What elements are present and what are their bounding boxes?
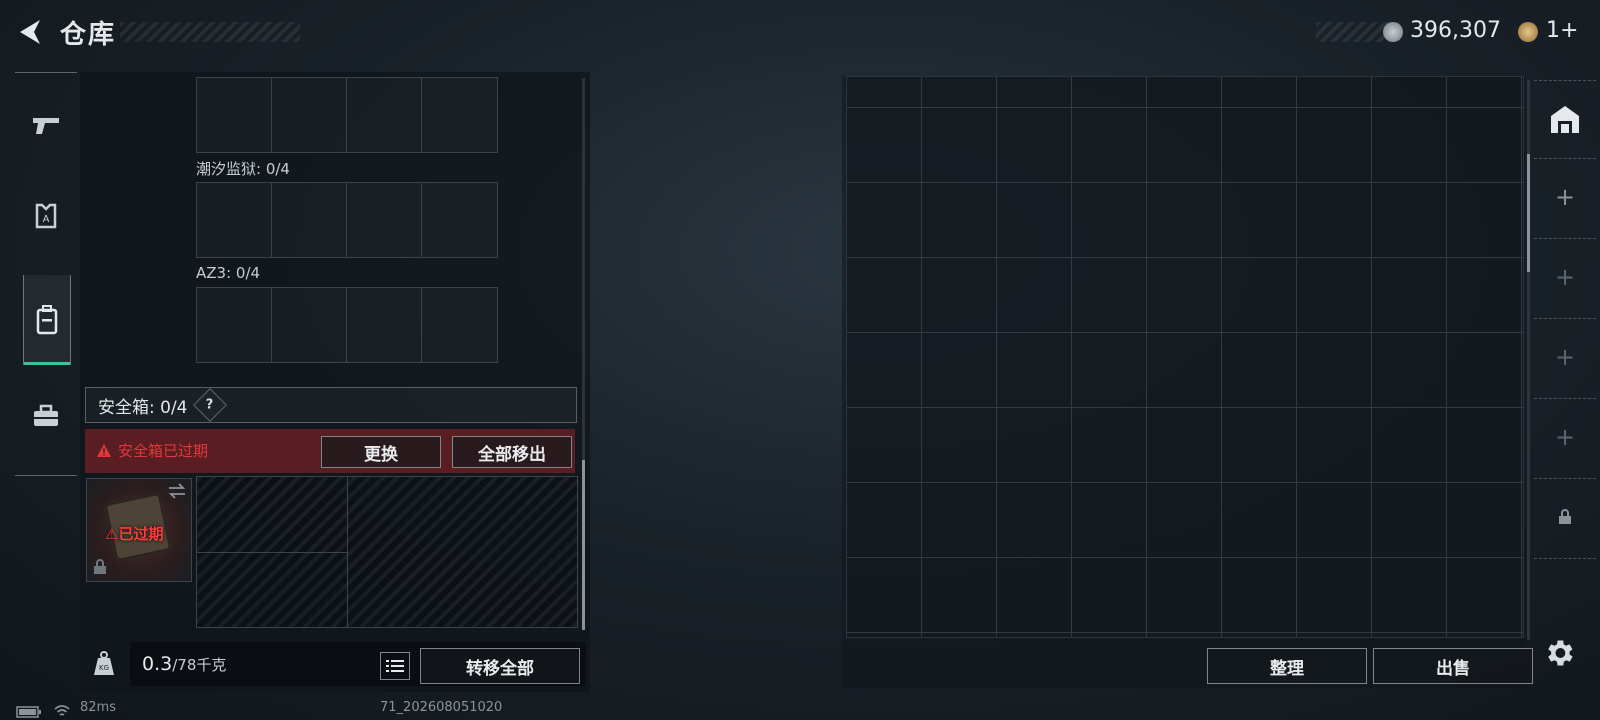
weight-icon: KG [94, 651, 114, 675]
back-arrow-icon[interactable] [14, 16, 46, 48]
sell-button[interactable]: 出售 [1373, 648, 1533, 684]
add-stash-tab-1[interactable]: + [1534, 158, 1596, 236]
locked-stash-tab[interactable] [1534, 478, 1596, 556]
safe-box-item[interactable]: ⚠已过期 [86, 478, 192, 582]
nav-backpack[interactable] [23, 275, 71, 365]
slot-grid-top[interactable] [196, 77, 498, 153]
add-stash-tab-2[interactable]: + [1534, 238, 1596, 316]
backpack-icon [36, 305, 58, 335]
stash-tab-main[interactable] [1534, 80, 1596, 158]
ping-text: 82ms [80, 700, 116, 715]
lock-icon [94, 559, 106, 574]
slot-grid-az3[interactable] [196, 287, 498, 363]
currency-amount: 396,307 [1410, 18, 1501, 43]
svg-text:A: A [43, 214, 50, 225]
title-decoration [120, 22, 300, 42]
armor-icon: A [35, 203, 57, 229]
add-stash-tab-4[interactable]: + [1534, 398, 1596, 476]
slot-label-az3: AZ3: 0/4 [196, 264, 261, 282]
nav-case[interactable] [23, 371, 69, 461]
safe-box-title: 安全箱: 0/4 [98, 397, 188, 418]
list-view-icon[interactable] [380, 652, 410, 680]
scrollbar-thumb[interactable] [582, 460, 585, 630]
stash-scrollbar-thumb[interactable] [1527, 154, 1530, 272]
nav-weapons[interactable] [23, 81, 69, 171]
plus-icon: + [1554, 343, 1576, 371]
plus-icon: + [1554, 263, 1576, 291]
nav-armor[interactable]: A [23, 171, 69, 261]
battery-icon [16, 706, 41, 718]
sort-button[interactable]: 整理 [1207, 648, 1367, 684]
expired-warning: 安全箱已过期 [96, 440, 208, 461]
plus-icon: + [1554, 183, 1576, 211]
svg-text:KG: KG [99, 664, 109, 672]
level-badge-icon [1518, 22, 1538, 42]
warning-icon [97, 444, 111, 457]
warehouse-icon [1551, 106, 1579, 133]
plus-icon: + [1554, 423, 1576, 451]
weight-readout: 0.3/78千克 [142, 653, 227, 675]
briefcase-icon [34, 404, 58, 426]
stash-grid[interactable] [846, 76, 1524, 638]
slot-label-prison: 潮汐监狱: 0/4 [196, 160, 290, 178]
add-stash-tab-3[interactable]: + [1534, 318, 1596, 396]
gear-icon[interactable] [1542, 636, 1576, 670]
category-nav: A [15, 72, 77, 476]
expired-item-label: ⚠已过期 [105, 525, 164, 543]
safe-box-grid[interactable] [196, 476, 578, 628]
lock-icon [1559, 509, 1571, 524]
level-value: 1+ [1546, 18, 1579, 43]
page-title: 仓库 [60, 20, 117, 50]
replace-button[interactable]: 更换 [321, 436, 441, 468]
remove-all-button[interactable]: 全部移出 [452, 436, 572, 468]
help-icon[interactable]: ? [192, 388, 227, 422]
coin-icon [1383, 22, 1403, 42]
build-id: 71_202608051020 [380, 700, 503, 715]
slot-grid-prison[interactable] [196, 182, 498, 258]
swap-icon [168, 483, 186, 499]
safe-box-header: 安全箱: 0/4 ? [85, 387, 577, 423]
pistol-icon [33, 118, 59, 134]
transfer-all-button[interactable]: 转移全部 [420, 648, 580, 684]
wifi-icon [54, 705, 70, 716]
